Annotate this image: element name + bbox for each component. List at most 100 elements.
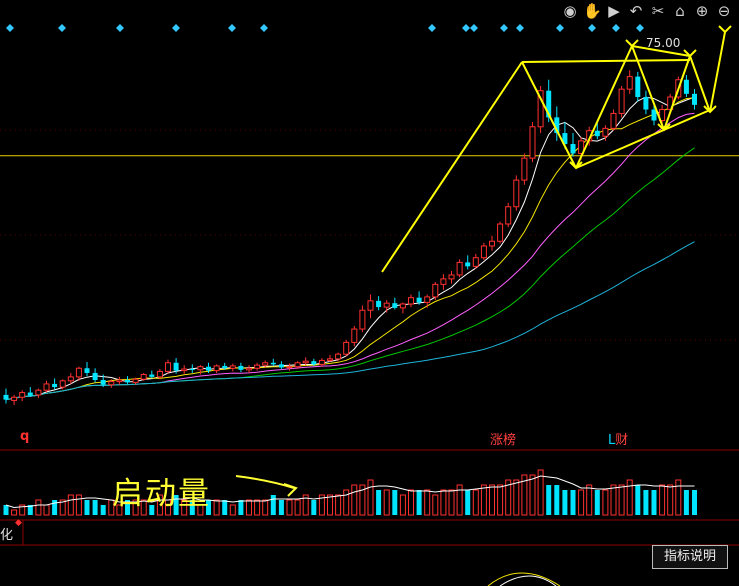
volume-bar-up (286, 499, 293, 516)
event-diamond-marker (470, 24, 478, 32)
candle-body-up (294, 362, 301, 368)
volume-bar-down (416, 490, 422, 515)
volume-bar-up (343, 489, 350, 516)
volume-bar-down (3, 505, 9, 515)
volume-bar-up (11, 509, 18, 516)
volume-bar-up (229, 504, 236, 516)
zoom-out-icon[interactable]: ⊖ (715, 2, 733, 20)
moving-average-line (5, 147, 695, 401)
candle-body-down (465, 262, 471, 267)
volume-bar-down (52, 500, 58, 515)
event-marker-caibao[interactable]: L财 (608, 429, 628, 448)
candle-body-down (692, 93, 697, 105)
event-marker-q[interactable]: q (20, 429, 29, 444)
indicator-help-button[interactable]: 指标说明 (652, 545, 728, 569)
event-diamond-marker (260, 24, 268, 32)
eye-icon[interactable]: ◉ (561, 2, 579, 20)
candle-body-down (270, 362, 276, 365)
volume-bar-up (43, 504, 50, 516)
undo-icon[interactable]: ↶ (627, 2, 645, 20)
volume-bar-down (238, 500, 244, 515)
volume-bar-down (376, 490, 382, 515)
volume-bar-up (448, 489, 455, 516)
hand-icon[interactable]: ✋ (583, 2, 602, 20)
volume-bar-up (602, 489, 609, 516)
volume-bar-up (424, 489, 431, 516)
event-diamond-marker (516, 24, 524, 32)
candle-body-down (27, 392, 33, 396)
lock-icon[interactable]: ⌂ (671, 2, 689, 20)
volume-bar-up (254, 499, 261, 516)
candle-body-up (302, 360, 309, 364)
chart-toolbar: ◉ ✋ ▶ ↶ ✂ ⌂ ⊕ ⊖ (561, 2, 733, 22)
candle-body-up (440, 278, 447, 285)
event-diamond-marker (428, 24, 436, 32)
candle-body-down (125, 380, 130, 383)
candle-body-up (602, 127, 609, 137)
event-diamond-marker (462, 24, 470, 32)
candle-body-up (359, 309, 366, 330)
annotation-arrow (235, 475, 295, 489)
candle-body-down (635, 76, 641, 97)
trend-line (521, 59, 691, 63)
candle-body-down (643, 96, 649, 110)
candle-body-up (456, 261, 463, 276)
volume-bar-up (432, 494, 439, 516)
candle-body-down (683, 79, 689, 94)
candle-body-up (480, 245, 487, 259)
volume-bar-down (546, 485, 552, 515)
event-marker-cai: 财 (615, 433, 629, 448)
candle-body-up (626, 76, 633, 90)
candle-body-up (351, 328, 358, 343)
event-diamond-marker (172, 24, 180, 32)
candle-body-up (513, 179, 520, 208)
volume-bar-up (246, 499, 252, 516)
candle-body-up (19, 392, 26, 398)
candle-body-up (11, 396, 18, 401)
candle-body-down (416, 297, 422, 303)
candlestick-chart (0, 24, 739, 586)
candle-body-down (52, 383, 58, 388)
moving-average-line (5, 96, 695, 401)
candle-body-down (100, 380, 106, 385)
indicator-curve (499, 575, 557, 586)
volume-bar-down (594, 490, 600, 515)
volume-bar-up (335, 494, 342, 516)
volume-bar-down (278, 500, 284, 515)
play-icon[interactable]: ▶ (605, 2, 623, 20)
candle-body-up (140, 374, 147, 380)
event-marker-zhangbang[interactable]: 涨榜 (490, 429, 516, 448)
indicator-tab-label[interactable]: 化 (0, 524, 13, 543)
candle-body-up (521, 157, 528, 181)
candle-body-up (229, 365, 236, 369)
candle-body-up (529, 126, 536, 159)
candle-body-up (181, 368, 188, 372)
candle-body-up (67, 376, 74, 382)
price-level-label: 75.00 (646, 36, 681, 50)
scissors-icon[interactable]: ✂ (649, 2, 667, 20)
candle-body-up (108, 381, 115, 386)
candle-body-down (189, 369, 195, 371)
volume-bar-down (311, 500, 317, 515)
indicator-tab-dot: ◆ (15, 518, 22, 528)
volume-bar-up (586, 484, 593, 516)
event-diamond-marker (58, 24, 66, 32)
volume-bar-up (659, 484, 666, 516)
zoom-in-icon[interactable]: ⊕ (693, 2, 711, 20)
volume-bar-up (667, 484, 674, 516)
candle-body-down (278, 364, 284, 368)
moving-average-line (5, 241, 695, 401)
candle-body-up (318, 359, 325, 365)
volume-bar-up (618, 484, 625, 516)
candle-body-up (116, 379, 123, 383)
candle-body-down (311, 361, 317, 365)
volume-bar-up (626, 479, 633, 516)
candle-body-up (343, 341, 350, 355)
event-diamond-marker (612, 24, 620, 32)
volume-bar-down (554, 485, 560, 515)
candle-body-down (238, 365, 244, 370)
candle-body-up (424, 296, 431, 303)
candle-body-up (472, 257, 479, 267)
candle-body-up (383, 302, 390, 308)
volume-bar-up (75, 494, 82, 516)
